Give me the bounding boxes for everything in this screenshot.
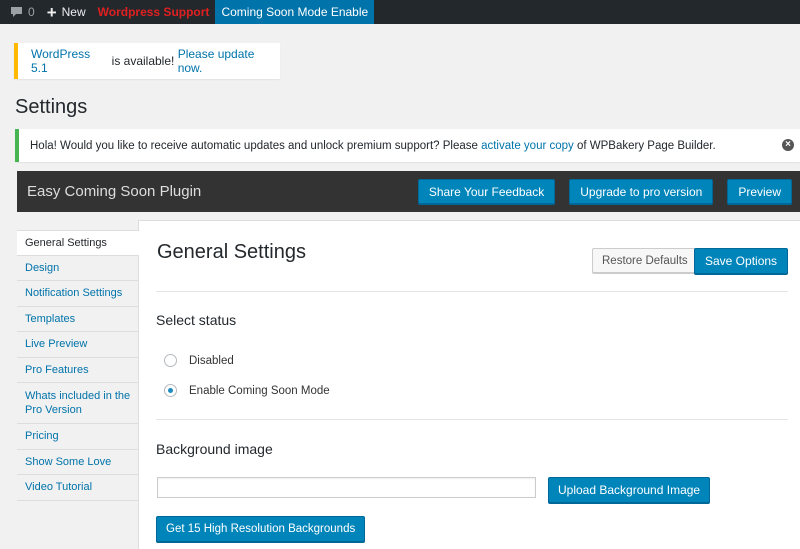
divider bbox=[156, 291, 788, 292]
comments-count: 0 bbox=[28, 5, 35, 19]
upgrade-pro-button[interactable]: Upgrade to pro version bbox=[569, 179, 714, 204]
sidebar-item-notification-settings[interactable]: Notification Settings bbox=[17, 281, 138, 307]
dismiss-icon[interactable]: × bbox=[782, 139, 794, 151]
upload-background-button[interactable]: Upload Background Image bbox=[548, 477, 711, 503]
coming-soon-mode-indicator[interactable]: Coming Soon Mode Enable bbox=[215, 0, 375, 24]
update-now-link[interactable]: Please update now. bbox=[178, 47, 280, 75]
radio-enable[interactable] bbox=[164, 384, 177, 397]
plugin-header: Easy Coming Soon Plugin Share Your Feedb… bbox=[17, 171, 800, 212]
sidebar-item-live-preview[interactable]: Live Preview bbox=[17, 332, 138, 358]
notice-text-after: of WPBakery Page Builder. bbox=[573, 139, 716, 152]
general-settings-panel: General Settings Restore Defaults Save O… bbox=[139, 220, 800, 549]
share-feedback-button[interactable]: Share Your Feedback bbox=[417, 179, 556, 204]
wordpress-version-link[interactable]: WordPress 5.1 bbox=[31, 47, 108, 75]
plus-icon: + bbox=[46, 2, 57, 22]
sidebar-item-pro-features[interactable]: Pro Features bbox=[17, 358, 138, 383]
comment-bubble-icon bbox=[11, 7, 22, 17]
restore-defaults-button[interactable]: Restore Defaults bbox=[592, 248, 698, 273]
sidebar-item-design[interactable]: Design bbox=[17, 256, 138, 281]
status-option-enable[interactable]: Enable Coming Soon Mode bbox=[164, 384, 330, 397]
background-image-input[interactable] bbox=[157, 477, 536, 498]
update-nag-text: is available! bbox=[108, 54, 178, 68]
sidebar-item-show-some-love[interactable]: Show Some Love bbox=[17, 450, 138, 475]
sidebar-item-templates[interactable]: Templates bbox=[17, 307, 138, 332]
plugin-title: Easy Coming Soon Plugin bbox=[27, 183, 202, 200]
sidebar-item-general-settings[interactable]: General Settings bbox=[17, 230, 140, 256]
wpbakery-notice: Hola! Would you like to receive automati… bbox=[15, 129, 800, 162]
sidebar-item-video-tutorial[interactable]: Video Tutorial bbox=[17, 475, 138, 501]
status-option-disabled[interactable]: Disabled bbox=[164, 354, 234, 367]
save-options-button[interactable]: Save Options bbox=[694, 248, 789, 274]
preview-button[interactable]: Preview bbox=[727, 179, 792, 204]
sidebar-item-pricing[interactable]: Pricing bbox=[17, 424, 138, 450]
radio-disabled[interactable] bbox=[164, 354, 177, 367]
activate-copy-link[interactable]: activate your copy bbox=[481, 140, 574, 152]
update-nag: WordPress 5.1 is available! Please updat… bbox=[14, 43, 280, 79]
new-label: New bbox=[61, 5, 86, 19]
divider bbox=[156, 419, 788, 420]
sidebar-item-whats-included[interactable]: Whats included in the Pro Version bbox=[17, 383, 138, 424]
comments-menu[interactable]: 0 bbox=[0, 0, 41, 24]
settings-sidebar: General Settings Design Notification Set… bbox=[17, 220, 140, 549]
radio-label: Disabled bbox=[189, 354, 234, 367]
panel-title: General Settings bbox=[157, 241, 306, 263]
notice-text: Hola! Would you like to receive automati… bbox=[30, 139, 482, 152]
background-image-label: Background image bbox=[156, 441, 273, 457]
select-status-label: Select status bbox=[156, 312, 237, 328]
radio-label: Enable Coming Soon Mode bbox=[189, 384, 330, 397]
wordpress-support-link[interactable]: Wordpress Support bbox=[92, 0, 216, 24]
get-backgrounds-button[interactable]: Get 15 High Resolution Backgrounds bbox=[156, 516, 366, 542]
new-content-menu[interactable]: + New bbox=[41, 0, 92, 24]
admin-bar: 0 + New Wordpress Support Coming Soon Mo… bbox=[0, 0, 800, 24]
page-title: Settings bbox=[15, 96, 88, 118]
